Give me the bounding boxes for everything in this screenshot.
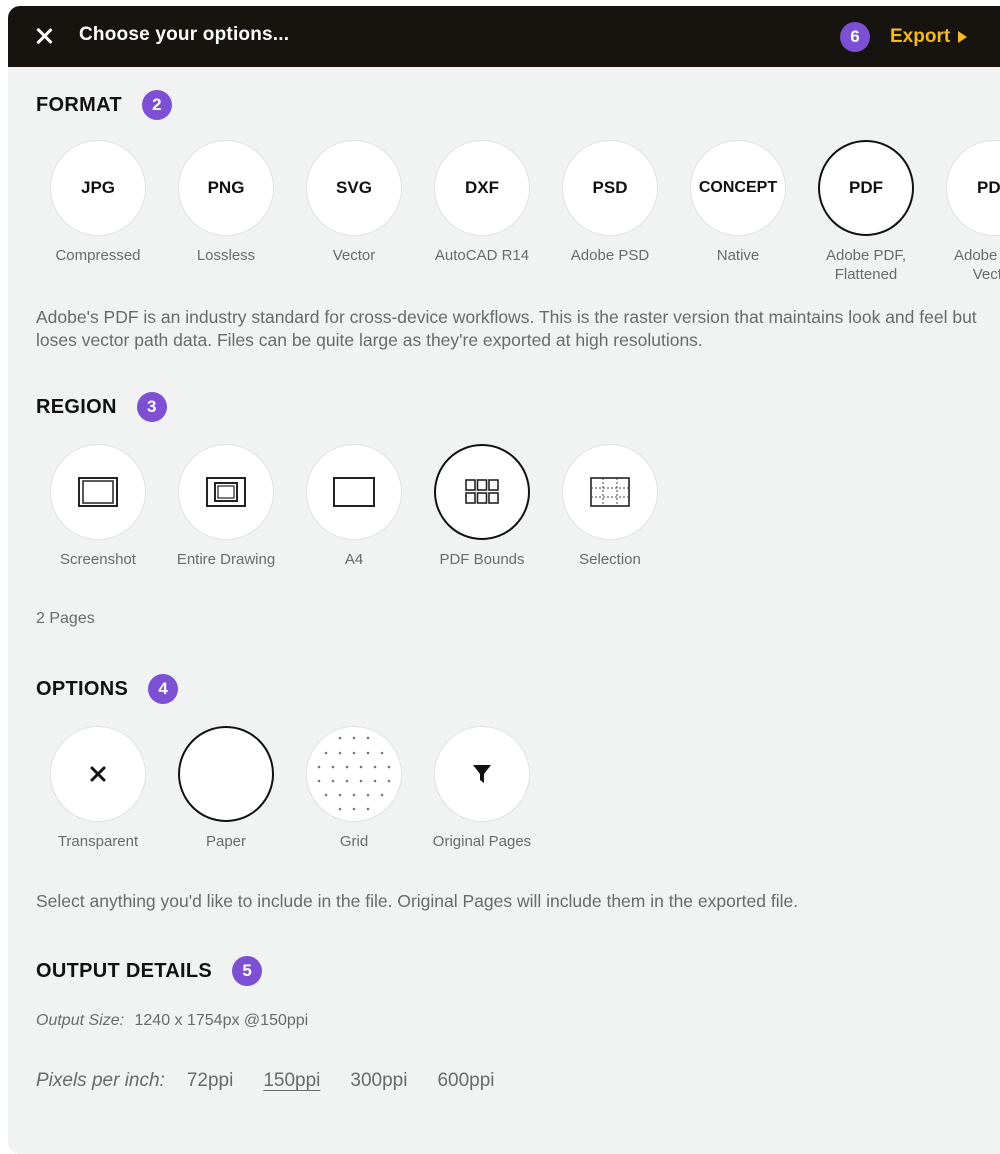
- ppi-option-150[interactable]: 150ppi: [263, 1070, 320, 1092]
- format-option-jpg[interactable]: JPG Compressed: [43, 140, 153, 265]
- option-transparent[interactable]: Transparent: [43, 726, 153, 851]
- format-option-concept[interactable]: CONCEPT Native: [683, 140, 793, 265]
- top-bar: Choose your options... 6 Export: [8, 6, 1000, 67]
- region-selection-label: Selection: [579, 551, 641, 568]
- format-description: Adobe's PDF is an industry standard for …: [36, 307, 977, 350]
- region-title: REGION: [36, 395, 117, 418]
- option-original-pages-circle: [434, 726, 530, 822]
- options-title: OPTIONS: [36, 677, 129, 700]
- region-option-pdf-bounds[interactable]: PDF Bounds: [427, 444, 537, 569]
- region-screenshot-label: Screenshot: [60, 551, 136, 568]
- option-transparent-circle: [50, 726, 146, 822]
- dot-grid-icon: [317, 736, 391, 811]
- region-entire-drawing-circle: [178, 444, 274, 540]
- entire-drawing-icon: [206, 477, 246, 507]
- format-concept-circle: CONCEPT: [690, 140, 786, 236]
- format-psd-label: Adobe PSD: [570, 247, 650, 264]
- export-button[interactable]: 6 Export: [840, 22, 968, 52]
- format-option-pdf-flattened[interactable]: PDF Adobe PDF, Flattened: [811, 140, 921, 284]
- option-transparent-label: Transparent: [57, 833, 139, 850]
- format-title: FORMAT: [36, 93, 122, 116]
- screenshot-icon: [78, 477, 118, 507]
- output-size: Output Size: 1240 x 1754px @150ppi: [36, 1012, 308, 1030]
- option-grid[interactable]: Grid: [299, 726, 409, 851]
- region-section-header: REGION 3: [36, 392, 167, 422]
- export-label: Export: [890, 26, 951, 47]
- region-option-selection[interactable]: Selection: [555, 444, 665, 569]
- funnel-icon: [473, 765, 491, 783]
- option-original-pages-label: Original Pages: [432, 833, 532, 850]
- ppi-option-72[interactable]: 72ppi: [187, 1070, 234, 1092]
- format-jpg-label: Compressed: [55, 247, 141, 264]
- format-concept-label: Native: [716, 247, 760, 264]
- play-arrow-icon: [958, 31, 968, 43]
- option-paper[interactable]: Paper: [171, 726, 281, 851]
- format-svg-label: Vector: [332, 247, 376, 264]
- region-option-a4[interactable]: A4: [299, 444, 409, 569]
- output-title: OUTPUT DETAILS: [36, 959, 213, 982]
- format-option-psd[interactable]: PSD Adobe PSD: [555, 140, 665, 265]
- format-png-label: Lossless: [196, 247, 256, 264]
- region-screenshot-circle: [50, 444, 146, 540]
- region-a4-label: A4: [344, 551, 364, 568]
- format-pdf-vector-label: Adobe PDF, Vector: [953, 247, 1000, 283]
- region-entire-drawing-label: Entire Drawing: [176, 551, 276, 568]
- a4-icon: [333, 477, 375, 507]
- ppi-option-300[interactable]: 300ppi: [350, 1070, 407, 1092]
- format-option-dxf[interactable]: DXF AutoCAD R14: [427, 140, 537, 265]
- format-option-png[interactable]: PNG Lossless: [171, 140, 281, 265]
- ppi-option-600[interactable]: 600ppi: [437, 1070, 494, 1092]
- format-pdf-vector-circle: PDF: [946, 140, 1000, 236]
- step-badge-format: 2: [141, 90, 172, 120]
- region-option-entire-drawing[interactable]: Entire Drawing: [171, 444, 281, 569]
- close-icon[interactable]: [32, 24, 56, 48]
- format-pdf-flattened-label: Adobe PDF, Flattened: [825, 247, 907, 283]
- dialog-title: Choose your options...: [79, 24, 290, 45]
- format-section-header: FORMAT 2: [36, 90, 172, 120]
- step-badge-options: 4: [148, 674, 179, 704]
- format-jpg-circle: JPG: [50, 140, 146, 236]
- option-grid-label: Grid: [339, 833, 369, 850]
- format-svg-circle: SVG: [306, 140, 402, 236]
- format-pdf-flattened-circle: PDF: [818, 140, 914, 236]
- ppi-label: Pixels per inch:: [36, 1070, 165, 1091]
- selection-icon: [590, 477, 630, 507]
- options-section-header: OPTIONS 4: [36, 674, 179, 704]
- region-pdf-bounds-circle: [434, 444, 530, 540]
- format-dxf-label: AutoCAD R14: [434, 247, 530, 264]
- region-option-screenshot[interactable]: Screenshot: [43, 444, 153, 569]
- pdf-bounds-icon: [465, 479, 499, 504]
- paper-icon: [178, 726, 274, 822]
- format-option-pdf-vector[interactable]: PDF Adobe PDF, Vector: [939, 140, 1000, 284]
- region-selection-circle: [562, 444, 658, 540]
- region-a4-circle: [306, 444, 402, 540]
- option-original-pages[interactable]: Original Pages: [427, 726, 537, 851]
- format-psd-circle: PSD: [562, 140, 658, 236]
- output-size-label: Output Size:: [36, 1012, 125, 1029]
- format-option-svg[interactable]: SVG Vector: [299, 140, 409, 265]
- x-icon: [90, 766, 106, 782]
- options-description: Select anything you'd like to include in…: [36, 891, 799, 911]
- format-dxf-circle: DXF: [434, 140, 530, 236]
- output-section-header: OUTPUT DETAILS 5: [36, 956, 263, 986]
- step-badge-region: 3: [136, 392, 167, 422]
- export-options-panel: Choose your options... 6 Export FORMAT 2…: [8, 6, 1000, 1154]
- step-badge-output: 5: [232, 956, 263, 986]
- step-badge-export: 6: [840, 22, 870, 52]
- option-grid-circle: [306, 726, 402, 822]
- output-size-value: 1240 x 1754px @150ppi: [134, 1012, 309, 1029]
- ppi-selector: Pixels per inch: 72ppi 150ppi 300ppi 600…: [36, 1070, 525, 1092]
- page-count: 2 Pages: [36, 610, 95, 627]
- format-png-circle: PNG: [178, 140, 274, 236]
- region-pdf-bounds-label: PDF Bounds: [439, 551, 525, 568]
- option-paper-label: Paper: [205, 833, 247, 850]
